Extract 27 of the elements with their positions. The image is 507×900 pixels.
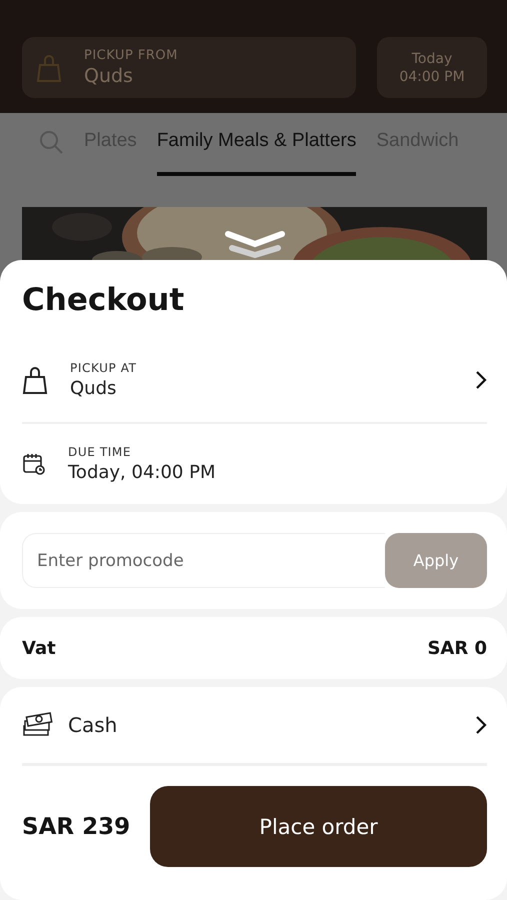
apply-button[interactable]: Apply	[385, 533, 487, 588]
category-tab[interactable]: Family Meals & Platters	[156, 127, 356, 176]
pickup-location: Quds	[84, 65, 134, 87]
chevron-right-icon	[475, 370, 487, 390]
pickup-location-button[interactable]: PICKUP FROM Quds	[22, 37, 356, 98]
calendar-clock-icon	[22, 452, 46, 476]
chevron-right-icon	[475, 715, 487, 735]
pickup-from-label: PICKUP FROM	[84, 48, 178, 63]
checkout-title: Checkout	[22, 281, 186, 320]
vat-label: Vat	[22, 638, 56, 658]
row-label: PICKUP AT	[70, 361, 138, 375]
row-value: Today, 04:00 PM	[68, 462, 216, 483]
order-total: SAR 239	[22, 814, 130, 840]
promocode-field[interactable]: Enter promocode	[22, 533, 385, 588]
bag-icon	[36, 52, 62, 82]
cash-icon	[22, 712, 54, 738]
vat-amount: SAR 0	[427, 638, 487, 658]
time-label: 04:00 PM	[399, 68, 465, 84]
bag-icon	[22, 365, 48, 395]
time-button[interactable]: Today 04:00 PM	[377, 37, 487, 98]
day-label: Today	[412, 50, 452, 66]
drag-handle-icon[interactable]	[224, 228, 286, 258]
place-order-button[interactable]: Place order	[150, 786, 487, 867]
row-value: Quds	[70, 378, 118, 399]
payment-method: Cash	[68, 713, 118, 737]
payment-method-row[interactable]: Cash	[22, 687, 487, 766]
row-label: DUE TIME	[68, 445, 132, 459]
